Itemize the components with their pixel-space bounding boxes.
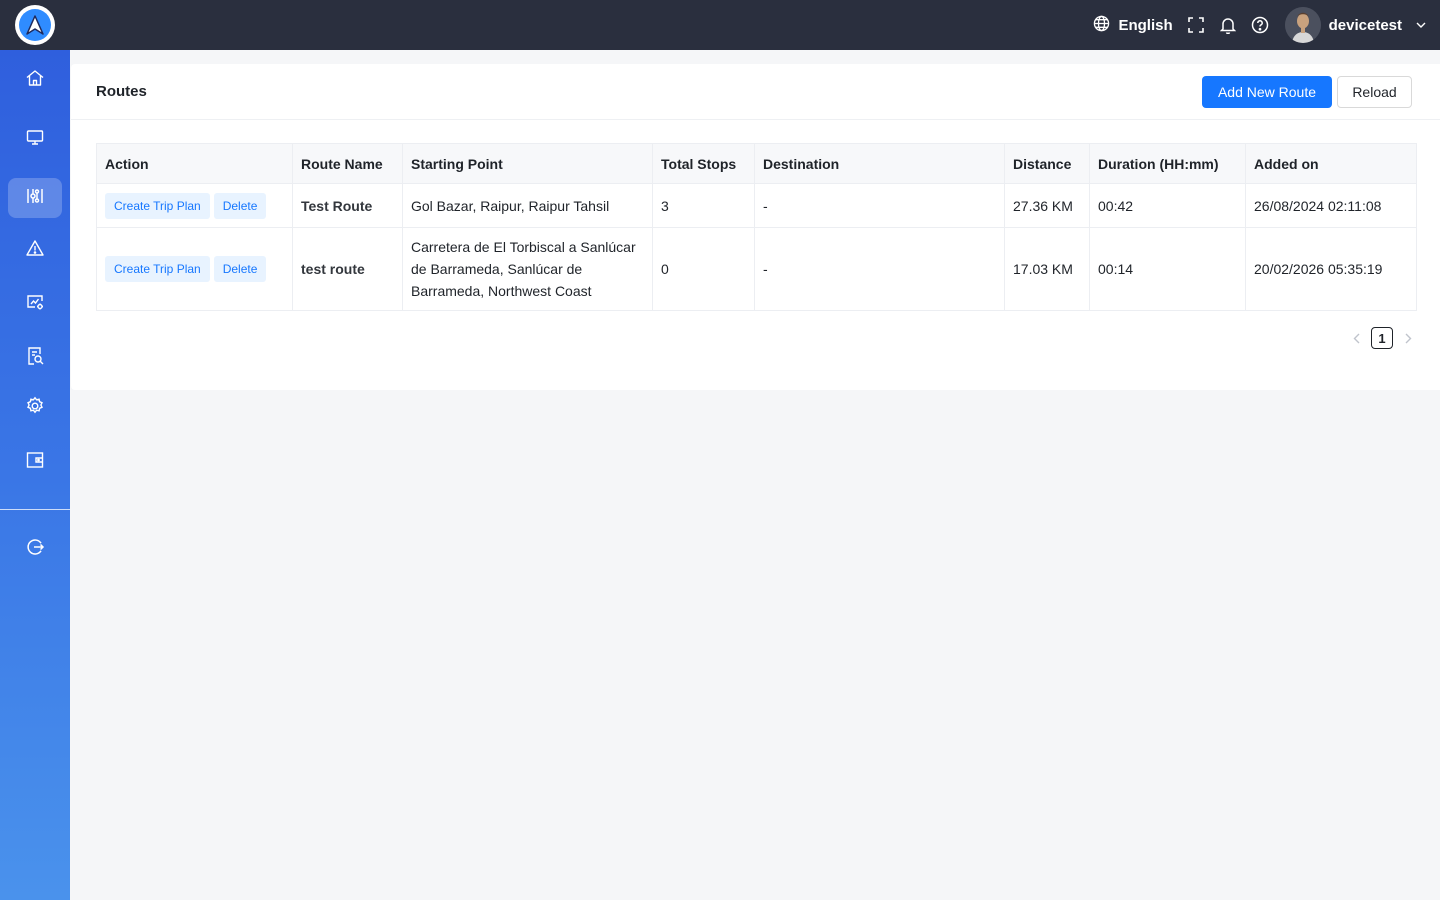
table-row: Create Trip Plan Delete Test Route Gol Ba… [96, 183, 1417, 228]
destination-cell: - [754, 227, 1005, 311]
column-header-action: Action [96, 143, 293, 184]
add-new-route-button[interactable]: Add New Route [1202, 76, 1332, 108]
sidebar-item-alerts[interactable] [8, 230, 62, 270]
added-on-cell: 26/08/2024 02:11:08 [1245, 183, 1417, 228]
create-trip-plan-button[interactable]: Create Trip Plan [105, 192, 210, 219]
create-trip-plan-button[interactable]: Create Trip Plan [105, 256, 210, 282]
top-bar: English devicetest [0, 0, 1440, 50]
home-icon [25, 68, 45, 93]
route-name-cell: Test Route [292, 183, 403, 228]
fullscreen-icon[interactable] [1187, 16, 1205, 34]
duration-cell: 00:14 [1089, 227, 1246, 311]
delete-button[interactable]: Delete [213, 256, 267, 282]
column-header-destination: Destination [754, 143, 1005, 184]
username[interactable]: devicetest [1329, 17, 1402, 34]
added-on-cell: 20/02/2026 05:35:19 [1245, 227, 1417, 311]
app-logo[interactable] [15, 5, 55, 45]
route-icon [25, 186, 45, 211]
distance-cell: 27.36 KM [1004, 183, 1090, 228]
gear-icon [25, 396, 45, 421]
reload-button[interactable]: Reload [1337, 76, 1412, 108]
card-header: Routes Add New Route Reload [71, 64, 1440, 120]
sidebar-item-logout[interactable] [8, 529, 62, 569]
sidebar-item-monitor[interactable] [8, 119, 62, 159]
sidebar-item-routes[interactable] [8, 178, 62, 218]
column-header-route-name: Route Name [292, 143, 403, 184]
sidebar-item-settings[interactable] [8, 388, 62, 428]
column-header-distance: Distance [1004, 143, 1090, 184]
sidebar-item-wallet[interactable] [8, 442, 62, 482]
sidebar-item-device-settings[interactable] [8, 284, 62, 324]
sidebar-divider [0, 509, 70, 510]
action-cell: Create Trip Plan Delete [96, 227, 293, 311]
column-header-added-on: Added on [1245, 143, 1417, 184]
distance-cell: 17.03 KM [1004, 227, 1090, 311]
table-header-row: Action Route Name Starting Point Total S… [96, 143, 1417, 184]
language-label: English [1118, 16, 1173, 34]
route-name-cell: test route [292, 227, 403, 311]
destination-cell: - [754, 183, 1005, 228]
monitor-icon [25, 127, 45, 152]
table-row: Create Trip Plan Delete test route Carret… [96, 227, 1417, 311]
total-stops-cell: 0 [652, 227, 755, 311]
previous-page-icon[interactable] [1347, 327, 1365, 349]
action-cell: Create Trip Plan Delete [96, 183, 293, 228]
starting-point-cell: Gol Bazar, Raipur, Raipur Tahsil [402, 183, 653, 228]
sidebar-item-home[interactable] [8, 60, 62, 100]
page-title: Routes [96, 83, 147, 100]
duration-cell: 00:42 [1089, 183, 1246, 228]
avatar[interactable] [1284, 7, 1321, 43]
next-page-icon[interactable] [1399, 327, 1417, 349]
column-header-duration: Duration (HH:mm) [1089, 143, 1246, 184]
starting-point-cell: Carretera de El Torbiscal a Sanlúcar de … [402, 227, 653, 311]
total-stops-cell: 3 [652, 183, 755, 228]
routes-card: Routes Add New Route Reload Action Route… [71, 64, 1440, 390]
report-search-icon [25, 346, 45, 371]
chevron-down-icon[interactable] [1416, 22, 1426, 28]
wallet-icon [25, 450, 45, 475]
delete-button[interactable]: Delete [213, 192, 267, 219]
page-number-current[interactable]: 1 [1371, 327, 1393, 349]
alert-icon [25, 238, 45, 263]
routes-table: Action Route Name Starting Point Total S… [96, 143, 1417, 311]
logout-icon [25, 537, 45, 562]
sidebar-item-reports[interactable] [8, 338, 62, 378]
pagination: 1 [1347, 327, 1417, 349]
column-header-starting-point: Starting Point [402, 143, 653, 184]
navigation-arrow-icon [19, 9, 51, 41]
device-settings-icon [25, 292, 45, 317]
help-icon[interactable] [1251, 16, 1269, 34]
globe-icon [1093, 15, 1110, 36]
sidebar [0, 50, 70, 900]
column-header-total-stops: Total Stops [652, 143, 755, 184]
language-selector[interactable]: English [1093, 15, 1173, 36]
bell-icon[interactable] [1219, 16, 1237, 34]
